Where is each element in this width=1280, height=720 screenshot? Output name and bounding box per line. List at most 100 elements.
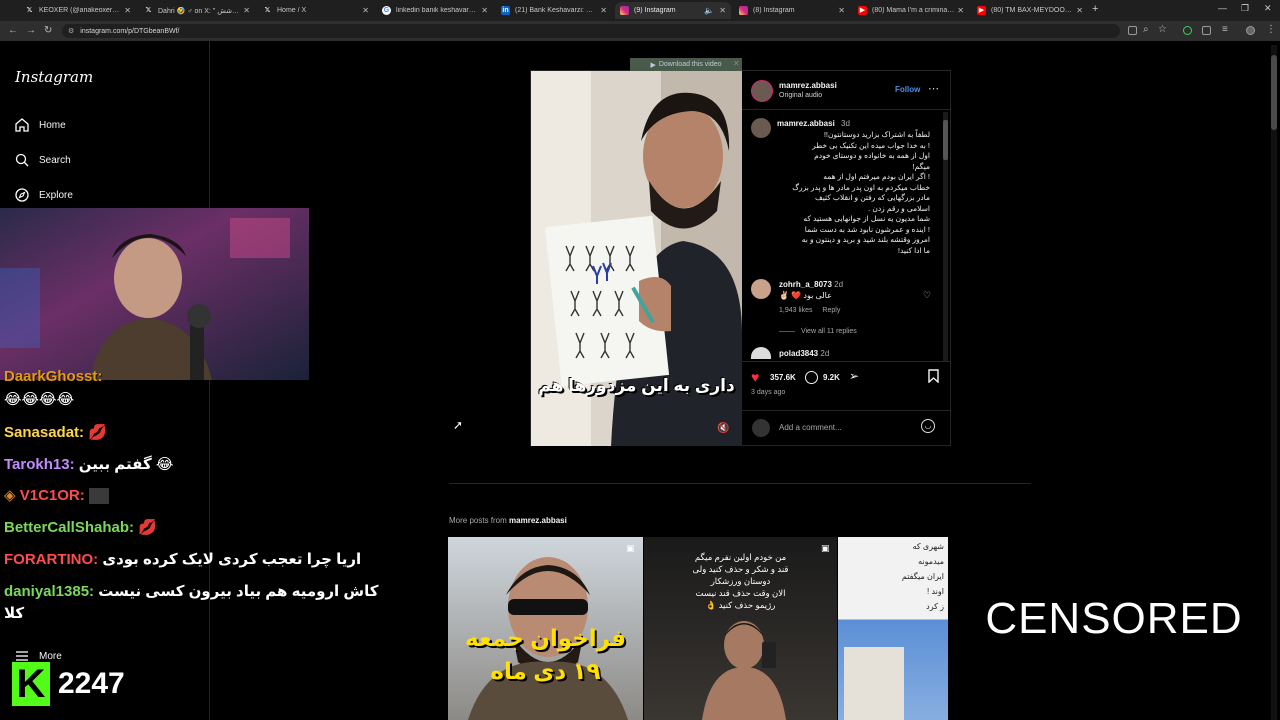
author-name[interactable]: mamrez.abbasi [779, 81, 837, 90]
sidebar-item-explore[interactable]: Explore [14, 187, 73, 203]
comment-text: ✌🏻 ❤️ عالی بود [779, 291, 832, 300]
instagram-logo[interactable]: Instagram [15, 68, 93, 86]
home-icon [14, 117, 30, 133]
divider [742, 410, 950, 411]
post-thumbnail[interactable]: شهری که میدمونه ایران میگفتم اوند ! ز کر… [838, 537, 948, 720]
page-scrollbar[interactable] [1271, 45, 1277, 720]
close-tab-icon[interactable]: ✕ [481, 6, 488, 15]
divider [742, 109, 950, 110]
install-app-icon[interactable] [1128, 26, 1137, 35]
instagram-icon [739, 6, 748, 15]
censored-overlay: CENSORED [948, 518, 1280, 720]
view-replies-link[interactable]: View all 11 replies [779, 328, 857, 335]
extension-icon[interactable] [1183, 26, 1192, 35]
emoji-icon[interactable]: ◡ [921, 419, 935, 433]
close-tab-icon[interactable]: ✕ [719, 6, 726, 15]
browser-tab-active[interactable]: (9) Instagram 🔈 ✕ [615, 2, 731, 19]
address-bar[interactable]: ⚙ instagram.com/p/DTGbeanBWf/ [62, 24, 1120, 38]
close-tab-icon[interactable]: ✕ [600, 6, 607, 15]
comment-icon[interactable] [805, 371, 818, 384]
post-video[interactable]: داری به این مزدورها هم 🔇 [531, 71, 742, 446]
comment-avatar[interactable] [751, 347, 771, 359]
close-window-icon[interactable]: ✕ [1264, 3, 1272, 14]
sidebar-item-search[interactable]: Search [14, 152, 71, 168]
thumbnail-caption: من خودم اولین نفرم میگم قند و شکر و حذف … [692, 552, 789, 610]
share-icon[interactable]: ➢ [849, 369, 859, 383]
close-tab-icon[interactable]: ✕ [1076, 6, 1083, 15]
maximize-icon[interactable]: ❐ [1241, 3, 1249, 14]
instagram-icon [620, 6, 629, 15]
post-side-panel: mamrez.abbasi Original audio Follow ⋯ ma… [742, 71, 950, 445]
profile-avatar-icon[interactable] [1246, 26, 1255, 35]
browser-tab[interactable]: (8) Instagram ✕ [734, 2, 850, 19]
extensions-puzzle-icon[interactable] [1202, 26, 1211, 35]
chat-message: BetterCallShahab: 💋 [4, 519, 157, 536]
comment-avatar[interactable] [751, 279, 771, 299]
comments-scrollbar[interactable] [943, 112, 948, 362]
close-download-bar-icon[interactable]: ✕ [733, 59, 740, 68]
browser-tab[interactable]: ▶ (80) TM BAX-MEYDOON OFFIC✕ [972, 2, 1088, 19]
follow-button[interactable]: Follow [895, 85, 920, 94]
linkedin-icon: in [501, 6, 510, 15]
user-avatar[interactable] [752, 419, 770, 437]
new-tab-icon[interactable]: + [1092, 3, 1098, 15]
like-heart-icon[interactable]: ♥ [751, 369, 759, 385]
chat-message: Tarokh13: گفتم ببین 😂 [4, 456, 174, 473]
x-icon: 𝕏 [145, 7, 152, 14]
thumbnail-caption: شهری که میدمونه ایران میگفتم اوند ! ز کر… [901, 542, 944, 611]
building-image [844, 647, 904, 720]
search-icon [14, 152, 30, 168]
forward-icon[interactable]: → [26, 25, 36, 36]
close-tab-icon[interactable]: ✕ [243, 6, 250, 15]
section-divider [449, 483, 1031, 484]
add-comment-input[interactable]: Add a comment... [779, 423, 842, 432]
browser-tab[interactable]: 𝕏 KEOXER (@ariakeoxer) / X ✕ [20, 2, 136, 19]
browser-tab[interactable]: 𝕏 Dahri 🤣 ♂ on X: " برای پوشش✕ [139, 2, 255, 19]
video-caption: داری به این مزدورها هم [538, 376, 735, 395]
close-tab-icon[interactable]: ✕ [362, 6, 369, 15]
browser-tab[interactable]: 𝕏 Home / X ✕ [258, 2, 374, 19]
save-bookmark-icon[interactable] [928, 369, 939, 388]
reel-icon: ▣ [626, 543, 635, 553]
mouse-cursor-icon: ➚ [453, 418, 464, 432]
thumbnail-caption: فراخوان جمعه ۱۹ دی ماه [464, 625, 627, 684]
speaker-icon: 🔈 [704, 6, 715, 15]
comment-meta: 1,943 likes Reply [779, 307, 841, 314]
close-tab-icon[interactable]: ✕ [124, 6, 131, 15]
like-comment-icon[interactable]: ♡ [923, 290, 931, 301]
comments-count[interactable]: 9.2K [823, 373, 840, 382]
close-tab-icon[interactable]: ✕ [957, 6, 964, 15]
download-icon: ▶ [650, 61, 656, 69]
mute-icon[interactable]: 🔇 [717, 423, 729, 434]
close-tab-icon[interactable]: ✕ [838, 6, 845, 15]
site-info-icon[interactable]: ⚙ [68, 27, 74, 35]
bookmark-star-icon[interactable]: ☆ [1158, 24, 1167, 35]
browser-tab[interactable]: G linkedin banik keshavarzi - Goo✕ [377, 2, 493, 19]
minimize-icon[interactable]: — [1218, 3, 1227, 13]
chat-message: Sanasadat: 💋 [4, 424, 107, 441]
more-options-icon[interactable]: ⋯ [928, 82, 939, 95]
sidebar-item-home[interactable]: Home [14, 117, 66, 133]
media-controls-icon[interactable]: ≡ [1222, 24, 1228, 35]
likes-count[interactable]: 357.6K [770, 373, 796, 382]
zoom-icon[interactable]: ⌕ [1143, 24, 1149, 35]
chat-message: 😂😂😂😂 [4, 391, 75, 408]
browser-tab[interactable]: ▶ (80) Mama I'm a criminal (Offic✕ [853, 2, 969, 19]
viewer-counter: K 2247 [12, 661, 142, 707]
badge-icon: ◈ [4, 487, 16, 504]
caption-avatar[interactable] [751, 118, 771, 138]
post-thumbnail[interactable]: ▣ فراخوان جمعه ۱۹ دی ماه [448, 537, 643, 720]
viewer-count: 2247 [58, 667, 125, 700]
back-icon[interactable]: ← [8, 25, 18, 36]
post-thumbnail[interactable]: ▣ من خودم اولین نفرم میگم قند و شکر و حذ… [644, 537, 837, 720]
author-avatar[interactable] [751, 80, 773, 102]
browser-tab[interactable]: in (21) Bank Keshavarzi: Overview✕ [496, 2, 612, 19]
scrollbar-thumb[interactable] [943, 120, 948, 160]
reload-icon[interactable]: ↻ [44, 25, 52, 36]
comment: polad3843 2d [779, 349, 830, 358]
browser-menu-icon[interactable]: ⋮ [1266, 24, 1276, 35]
audio-label[interactable]: Original audio [779, 92, 822, 99]
caption-author[interactable]: mamrez.abbasi [777, 119, 835, 128]
download-video-bar[interactable]: ▶ Download this video [630, 58, 742, 71]
page-scrollbar-thumb[interactable] [1271, 55, 1277, 130]
